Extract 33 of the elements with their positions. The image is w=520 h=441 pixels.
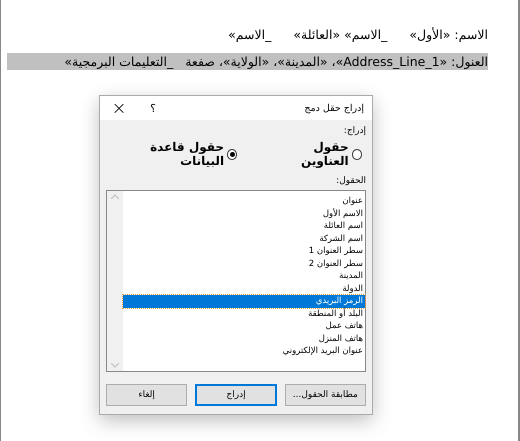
radio-icon[interactable] xyxy=(352,148,362,160)
merge-field-text: _التعليمات البرمجية» xyxy=(64,54,174,69)
field-item[interactable]: سطر العنوان 2 xyxy=(123,258,365,270)
fields-label: الحقول: xyxy=(335,176,366,186)
radio-option[interactable]: حقول قاعدة البيانات xyxy=(110,140,238,168)
radio-option[interactable]: حقول العناوين xyxy=(267,140,362,168)
merge-field-text: _الاسم» xyxy=(228,27,272,42)
field-item[interactable]: هاتف عمل xyxy=(123,320,365,332)
merge-field-text: الاسم: «الأول» xyxy=(409,27,488,42)
field-item[interactable]: عنوان xyxy=(123,195,365,208)
field-item[interactable]: اسم الشركة xyxy=(123,232,365,245)
field-item[interactable]: الاسم الأول xyxy=(123,208,365,220)
scroll-up-icon[interactable] xyxy=(111,194,119,199)
close-button[interactable]: × xyxy=(108,98,130,118)
dialog-title: إدراج حقل دمج xyxy=(303,102,364,114)
field-item[interactable]: هاتف المنزل xyxy=(123,332,365,345)
scroll-down-icon[interactable] xyxy=(111,363,119,368)
field-item[interactable]: المدينة xyxy=(123,270,365,282)
field-item[interactable]: عنوان البريد الإلكتروني xyxy=(123,345,365,358)
dialog-button[interactable]: إدراج xyxy=(195,384,277,406)
help-button[interactable]: ؟ xyxy=(138,102,168,114)
scrollbar[interactable] xyxy=(107,191,123,371)
field-item[interactable]: الدولة xyxy=(123,282,365,295)
dialog-button[interactable]: مطابقة الحقول... xyxy=(284,384,366,406)
field-item[interactable]: البلد أو المنطقة xyxy=(123,308,365,320)
merge-field-text: العنول: «Address_Line_1»، «المدينة»، «الولاية»، صفعة xyxy=(185,54,488,69)
insert-label: إدراج: xyxy=(342,126,366,136)
field-item[interactable]: اسم العائلة xyxy=(123,220,365,232)
radio-icon[interactable] xyxy=(227,148,238,160)
merge-field-text: _الاسم» «العائلة» xyxy=(293,27,388,42)
field-item[interactable]: الرمز البريدي xyxy=(123,295,365,308)
dialog-button[interactable]: إلغاء xyxy=(106,384,188,406)
field-item[interactable]: سطر العنوان 1 xyxy=(123,245,365,258)
